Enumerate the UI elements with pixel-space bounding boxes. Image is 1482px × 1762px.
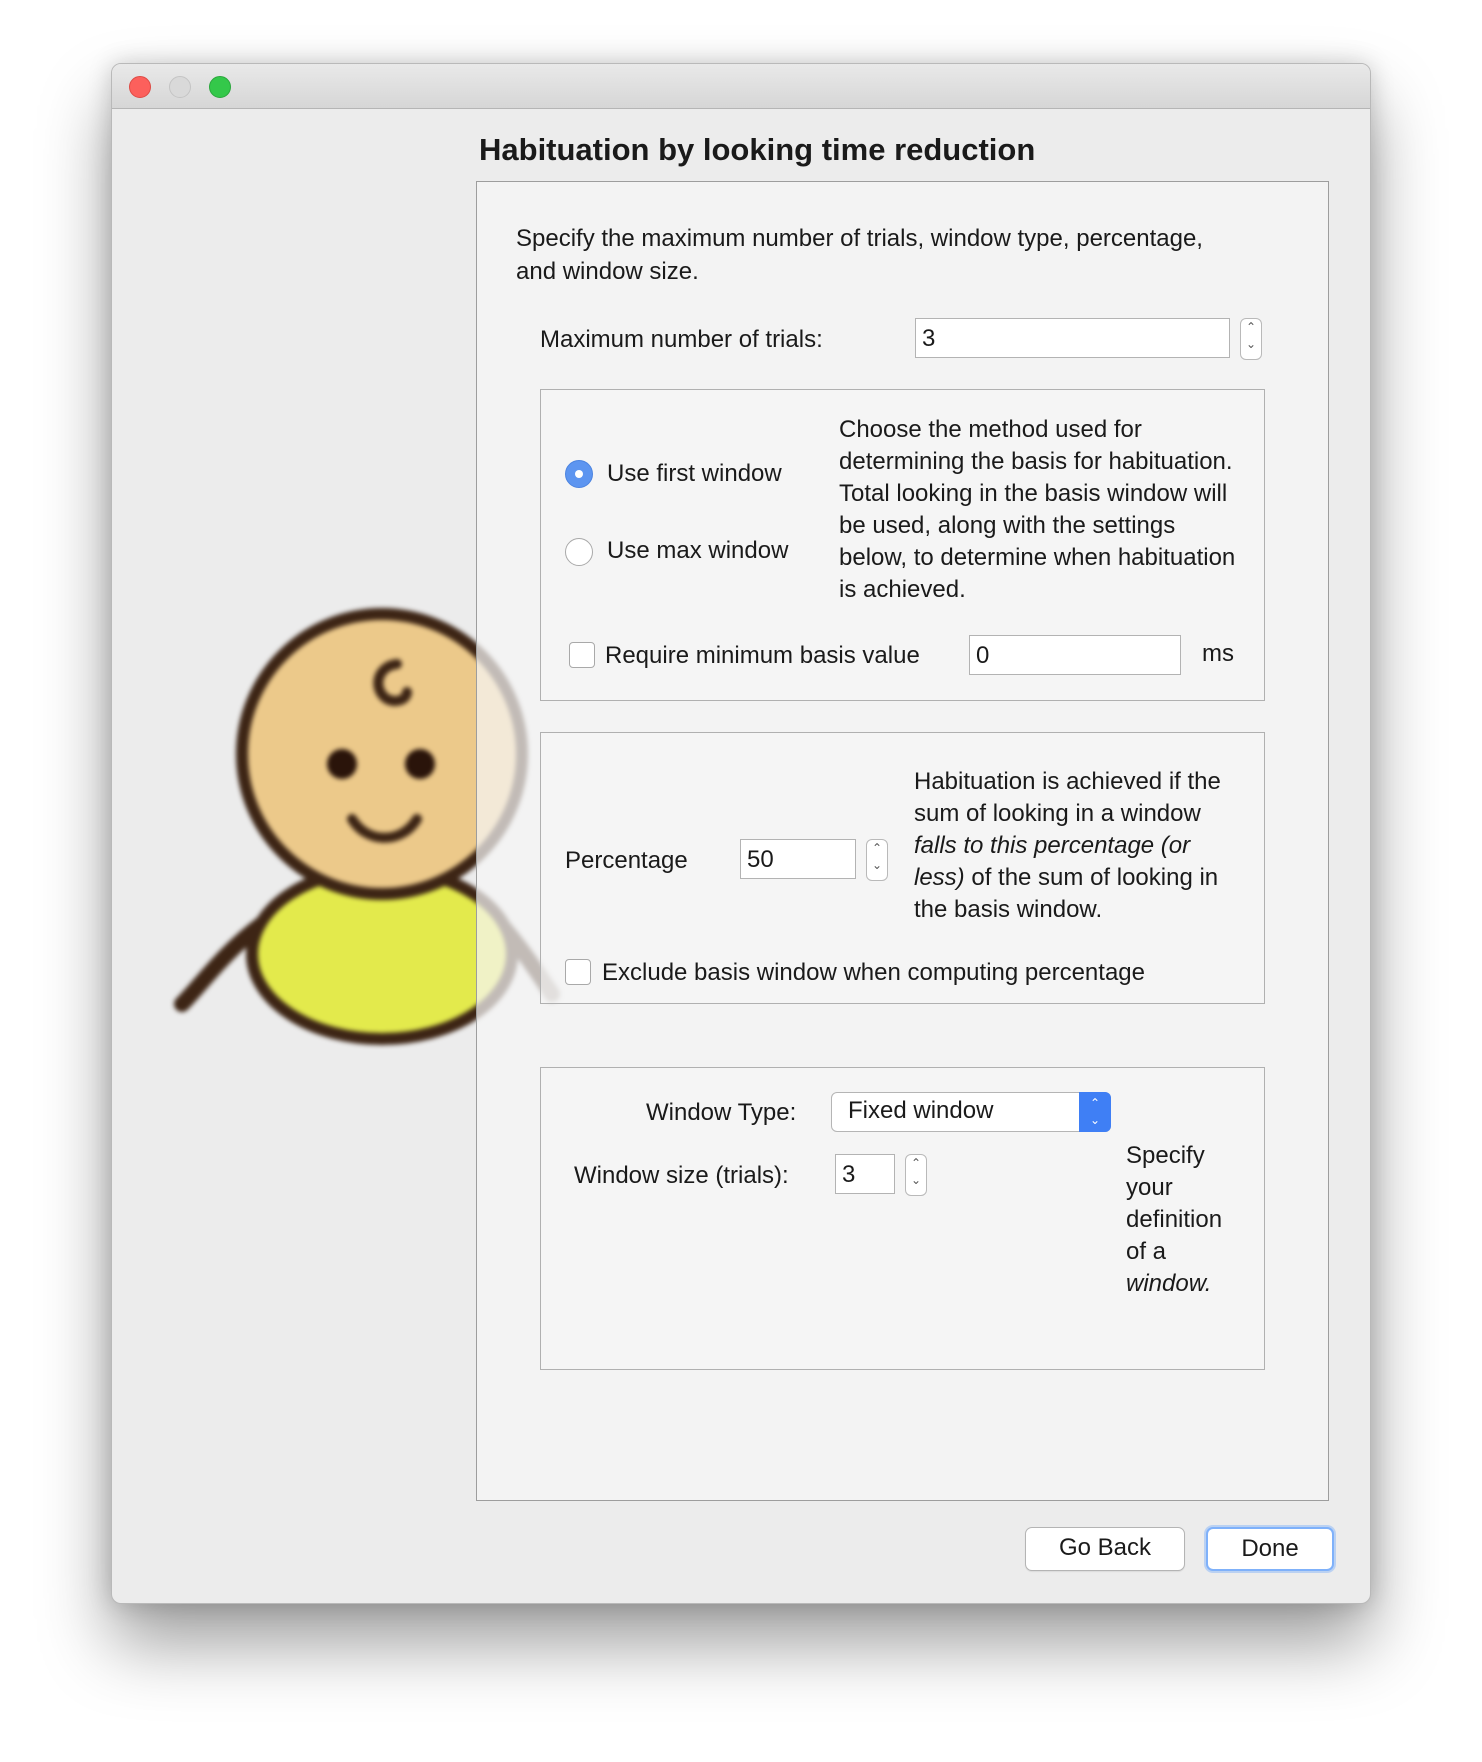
use-first-window-radio[interactable] — [565, 460, 593, 488]
window-size-stepper[interactable]: ⌃ ⌄ — [905, 1154, 927, 1196]
percentage-desc-text: Habituation is achieved if the sum of lo… — [914, 768, 1221, 827]
window-size-label: Window size (trials): — [574, 1162, 789, 1189]
max-trials-stepper[interactable]: ⌃ ⌄ — [1240, 318, 1262, 360]
window-type-select[interactable]: Fixed window ⌃ ⌄ — [831, 1092, 1111, 1132]
window-description: Specify your definition of a window. — [1126, 1140, 1246, 1300]
done-button[interactable]: Done — [1206, 1527, 1334, 1571]
minimum-basis-input[interactable]: 0 — [969, 635, 1181, 675]
max-trials-input[interactable]: 3 — [915, 318, 1230, 358]
window-group: Window Type: Fixed window ⌃ ⌄ Window size… — [540, 1067, 1265, 1370]
percentage-stepper[interactable]: ⌃ ⌄ — [866, 839, 888, 881]
exclude-basis-checkbox[interactable] — [565, 959, 591, 985]
require-minimum-label: Require minimum basis value — [605, 642, 920, 669]
intro-text: Specify the maximum number of trials, wi… — [516, 225, 1203, 285]
max-trials-label: Maximum number of trials: — [540, 326, 823, 353]
require-minimum-checkbox[interactable] — [569, 642, 595, 668]
use-max-window-label: Use max window — [607, 537, 789, 564]
go-back-button[interactable]: Go Back — [1025, 1527, 1185, 1571]
window-type-value: Fixed window — [848, 1097, 994, 1124]
use-max-window-radio[interactable] — [565, 538, 593, 566]
title-bar — [112, 64, 1370, 109]
window-type-label: Window Type: — [646, 1099, 797, 1126]
use-first-window-label: Use first window — [607, 460, 782, 487]
popup-arrows-icon: ⌃ ⌄ — [1079, 1092, 1111, 1132]
percentage-group: Percentage 50 ⌃ ⌄ Habituation is achieved… — [540, 732, 1265, 1004]
percentage-input[interactable]: 50 — [740, 839, 856, 879]
exclude-basis-label: Exclude basis window when computing perc… — [602, 959, 1145, 986]
dialog-title: Habituation by looking time reduction — [479, 132, 1036, 167]
settings-panel: Specify the maximum number of trials, wi… — [476, 181, 1329, 1501]
ms-unit-label: ms — [1202, 640, 1234, 667]
percentage-label: Percentage — [565, 847, 688, 874]
dialog-window: Habituation by looking time reduction Sp… — [111, 63, 1371, 1604]
basis-description: Choose the method used for determining t… — [839, 416, 1236, 603]
window-desc-text: Specify your definition of a — [1126, 1142, 1223, 1265]
window-size-input[interactable]: 3 — [835, 1154, 895, 1194]
zoom-window-button[interactable] — [209, 76, 231, 98]
minimize-window-button[interactable] — [169, 76, 191, 98]
percentage-description: Habituation is achieved if the sum of lo… — [914, 766, 1244, 926]
window-desc-emphasis: window. — [1126, 1270, 1212, 1297]
close-window-button[interactable] — [129, 76, 151, 98]
basis-group: Use first window Use max window Choose t… — [540, 389, 1265, 701]
